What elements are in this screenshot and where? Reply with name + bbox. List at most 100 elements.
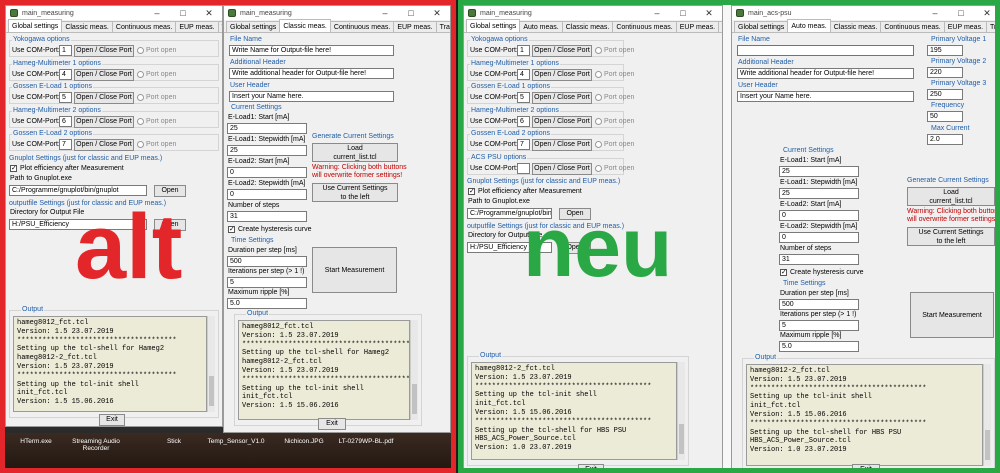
field-input[interactable]: 31 xyxy=(227,211,307,222)
com-port-input[interactable]: 5 xyxy=(517,92,530,103)
close-button[interactable]: ✕ xyxy=(196,6,222,20)
exit-button[interactable]: Exit xyxy=(578,464,604,468)
port-open-radio[interactable] xyxy=(595,117,602,125)
tab-2[interactable]: Continuous meas. xyxy=(329,21,395,32)
output-scrollbar[interactable] xyxy=(207,316,215,412)
scrollbar-thumb[interactable] xyxy=(412,384,417,414)
com-port-input[interactable]: 6 xyxy=(59,115,72,127)
tab-1[interactable]: Classic meas. xyxy=(279,19,331,32)
open-close-port-button[interactable]: Open / Close Port xyxy=(532,92,592,104)
time-field-input[interactable]: 5.0 xyxy=(779,341,859,352)
open-close-port-button[interactable]: Open / Close Port xyxy=(74,68,134,81)
com-port-input[interactable] xyxy=(517,162,530,174)
field-input[interactable]: 25 xyxy=(227,145,307,156)
time-field-input[interactable]: 5 xyxy=(779,320,859,331)
taskbar-item[interactable]: Nichicon.JPG xyxy=(273,438,335,445)
gnuplot-path-input[interactable]: C:/Programme/gnuplot/bin/gnuplot xyxy=(9,184,147,196)
load-current-list-button[interactable]: Load current_list.tcl xyxy=(907,187,995,206)
field-input[interactable]: 25 xyxy=(779,188,859,199)
open-close-port-button[interactable]: Open / Close Port xyxy=(532,68,592,81)
pv-input[interactable]: 250 xyxy=(927,89,963,100)
tab-0[interactable]: Global settings xyxy=(734,21,789,32)
port-open-radio[interactable] xyxy=(595,94,602,101)
tab-3[interactable]: EUP meas. xyxy=(393,21,437,32)
tab-0[interactable]: Global settings xyxy=(226,21,281,32)
additional-header-input[interactable]: Write additional header for Output-file … xyxy=(229,68,394,79)
field-input[interactable]: 25 xyxy=(227,123,307,134)
taskbar-item[interactable]: LT-0279WP-BL.pdf xyxy=(335,438,397,445)
close-button[interactable]: ✕ xyxy=(696,6,722,20)
use-current-settings-button[interactable]: Use Current Settings to the left xyxy=(907,227,995,246)
open-close-port-button[interactable]: Open / Close Port xyxy=(74,139,134,151)
plot-efficiency-checkbox[interactable]: ✓ xyxy=(10,164,17,172)
minimize-button[interactable]: – xyxy=(372,6,398,20)
open-close-port-button[interactable]: Open / Close Port xyxy=(74,115,134,128)
exit-button[interactable]: Exit xyxy=(318,418,346,430)
tab-2[interactable]: Continuous meas. xyxy=(111,21,177,32)
tab-4[interactable]: EUP meas. xyxy=(943,21,988,32)
minimize-button[interactable]: – xyxy=(144,6,170,20)
taskbar-item[interactable]: HTerm.exe xyxy=(5,438,67,445)
pv-input[interactable]: 220 xyxy=(927,67,963,78)
tab-0[interactable]: Global settings xyxy=(466,19,521,32)
minimize-button[interactable]: – xyxy=(644,6,670,20)
field-input[interactable]: 0 xyxy=(779,210,859,221)
start-measurement-button[interactable]: Start Measurement xyxy=(312,247,397,293)
tab-4[interactable]: EUP meas. xyxy=(675,21,720,32)
output-scrollbar[interactable] xyxy=(983,364,991,466)
taskbar-item[interactable]: Temp_Sensor_V1.0 xyxy=(205,438,267,445)
open-close-port-button[interactable]: Open / Close Port xyxy=(74,92,134,104)
scrollbar-thumb[interactable] xyxy=(679,424,684,454)
time-field-input[interactable]: 5.0 xyxy=(227,298,307,309)
output-scrollbar[interactable] xyxy=(410,320,418,420)
use-current-settings-button[interactable]: Use Current Settings to the left xyxy=(312,183,398,202)
taskbar-item[interactable]: Streaming Audio Recorder xyxy=(65,438,127,452)
com-port-input[interactable]: 4 xyxy=(517,68,530,80)
maximize-button[interactable]: □ xyxy=(948,6,974,20)
close-button[interactable]: ✕ xyxy=(974,6,995,20)
port-open-radio[interactable] xyxy=(595,70,602,78)
port-open-radio[interactable] xyxy=(595,164,602,172)
tab-5[interactable]: Transistor xyxy=(718,21,722,32)
start-measurement-button[interactable]: Start Measurement xyxy=(910,292,994,338)
scrollbar-thumb[interactable] xyxy=(985,430,990,460)
tab-4[interactable]: Transistor xyxy=(435,21,450,32)
file-name-input[interactable]: Write Name for Output-file here! xyxy=(229,45,394,56)
file-name-input[interactable] xyxy=(737,45,914,56)
tab-2[interactable]: Classic meas. xyxy=(829,21,882,32)
hysteresis-checkbox[interactable]: ✓ xyxy=(780,269,787,276)
taskbar-item[interactable]: Stick xyxy=(143,438,205,445)
output-scrollbar[interactable] xyxy=(677,362,685,460)
com-port-input[interactable]: 6 xyxy=(517,115,530,127)
com-port-input[interactable]: 1 xyxy=(517,45,530,56)
open-close-port-button[interactable]: Open / Close Port xyxy=(532,162,592,175)
additional-header-input[interactable]: Write additional header for Output-file … xyxy=(737,68,914,79)
maximize-button[interactable]: □ xyxy=(170,6,196,20)
open-close-port-button[interactable]: Open / Close Port xyxy=(532,115,592,128)
load-current-list-button[interactable]: Load current_list.tcl xyxy=(312,143,398,162)
field-input[interactable]: 0 xyxy=(779,232,859,243)
com-port-input[interactable]: 7 xyxy=(59,139,72,150)
exit-button[interactable]: Exit xyxy=(99,414,125,426)
port-open-radio[interactable] xyxy=(137,94,144,101)
com-port-input[interactable]: 7 xyxy=(517,139,530,150)
pv-input[interactable]: 50 xyxy=(927,111,963,122)
com-port-input[interactable]: 1 xyxy=(59,45,72,56)
tab-5[interactable]: Transistor xyxy=(986,21,995,32)
tab-1[interactable]: Auto meas. xyxy=(787,19,831,32)
port-open-radio[interactable] xyxy=(137,70,144,78)
minimize-button[interactable]: – xyxy=(922,6,948,20)
field-input[interactable]: 0 xyxy=(227,167,307,178)
user-header-input[interactable]: Insert your Name here. xyxy=(229,91,394,102)
scrollbar-thumb[interactable] xyxy=(209,376,214,406)
port-open-radio[interactable] xyxy=(137,141,144,148)
plot-efficiency-checkbox[interactable]: ✓ xyxy=(468,188,475,195)
field-input[interactable]: 0 xyxy=(227,189,307,200)
time-field-input[interactable]: 500 xyxy=(779,299,859,310)
port-open-radio[interactable] xyxy=(137,47,144,54)
tab-3[interactable]: Continuous meas. xyxy=(880,21,945,32)
time-field-input[interactable]: 500 xyxy=(227,256,307,267)
pv-input[interactable]: 2.0 xyxy=(927,134,963,145)
tab-1[interactable]: Classic meas. xyxy=(61,21,113,32)
tab-1[interactable]: Auto meas. xyxy=(519,21,563,32)
